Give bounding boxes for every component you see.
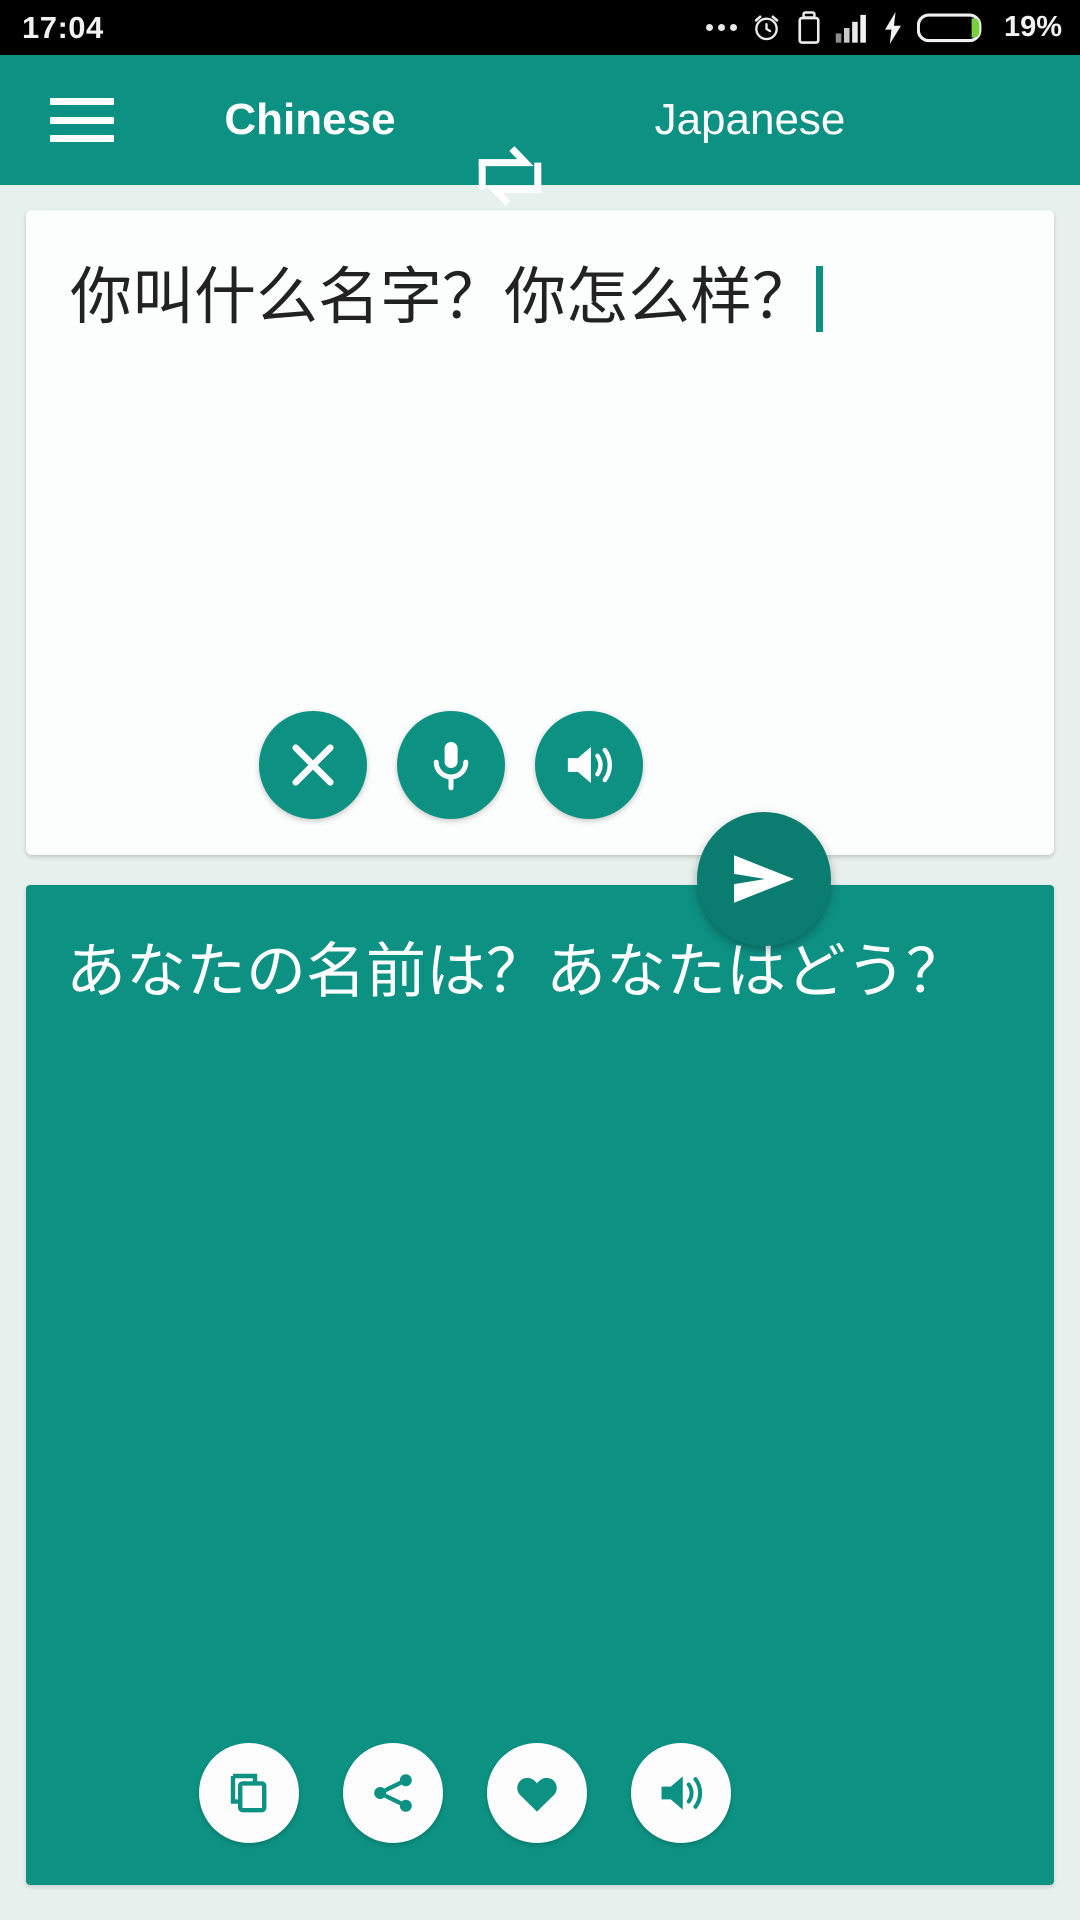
swap-languages-icon[interactable] bbox=[475, 143, 545, 209]
speak-target-button[interactable] bbox=[631, 1743, 731, 1843]
copy-button[interactable] bbox=[199, 1743, 299, 1843]
target-text-panel[interactable]: あなたの名前は？あなたはどう？ bbox=[26, 885, 1054, 1885]
charging-bolt-icon bbox=[882, 11, 904, 44]
hamburger-menu-icon[interactable] bbox=[50, 98, 114, 142]
favorite-button[interactable] bbox=[487, 1743, 587, 1843]
battery-percent: 19% bbox=[1003, 11, 1062, 43]
source-language-button[interactable]: Chinese bbox=[200, 95, 420, 145]
target-language-button[interactable]: Japanese bbox=[600, 95, 900, 145]
more-dots-icon bbox=[705, 24, 737, 31]
status-bar: 17:04 19% bbox=[0, 0, 1080, 55]
source-action-row bbox=[26, 711, 1054, 819]
usb-debug-icon bbox=[796, 10, 822, 45]
clear-button[interactable] bbox=[259, 711, 367, 819]
translator-screen: 17:04 19% Chinese Japanese 你叫什么名字？你怎么样？ … bbox=[0, 0, 1080, 1920]
share-button[interactable] bbox=[343, 1743, 443, 1843]
alarm-clock-icon bbox=[750, 11, 783, 44]
battery-icon bbox=[916, 11, 989, 45]
source-text-panel[interactable]: 你叫什么名字？你怎么样？ bbox=[26, 210, 1054, 855]
signal-bars-icon bbox=[835, 12, 869, 44]
send-arrow-icon bbox=[734, 855, 794, 903]
translated-text: あなたの名前は？あなたはどう？ bbox=[66, 938, 966, 1005]
app-toolbar: Chinese Japanese bbox=[0, 55, 1080, 206]
translate-send-button[interactable] bbox=[697, 812, 831, 946]
speak-source-button[interactable] bbox=[535, 711, 643, 819]
source-text-input[interactable]: 你叫什么名字？你怎么样？ bbox=[70, 262, 1014, 333]
text-caret bbox=[816, 266, 824, 332]
status-clock: 17:04 bbox=[22, 9, 104, 45]
voice-input-button[interactable] bbox=[397, 711, 505, 819]
source-text-value: 你叫什么名字？你怎么样？ bbox=[70, 263, 815, 332]
status-icons: 19% bbox=[705, 10, 1062, 45]
target-action-row bbox=[26, 1743, 1054, 1843]
